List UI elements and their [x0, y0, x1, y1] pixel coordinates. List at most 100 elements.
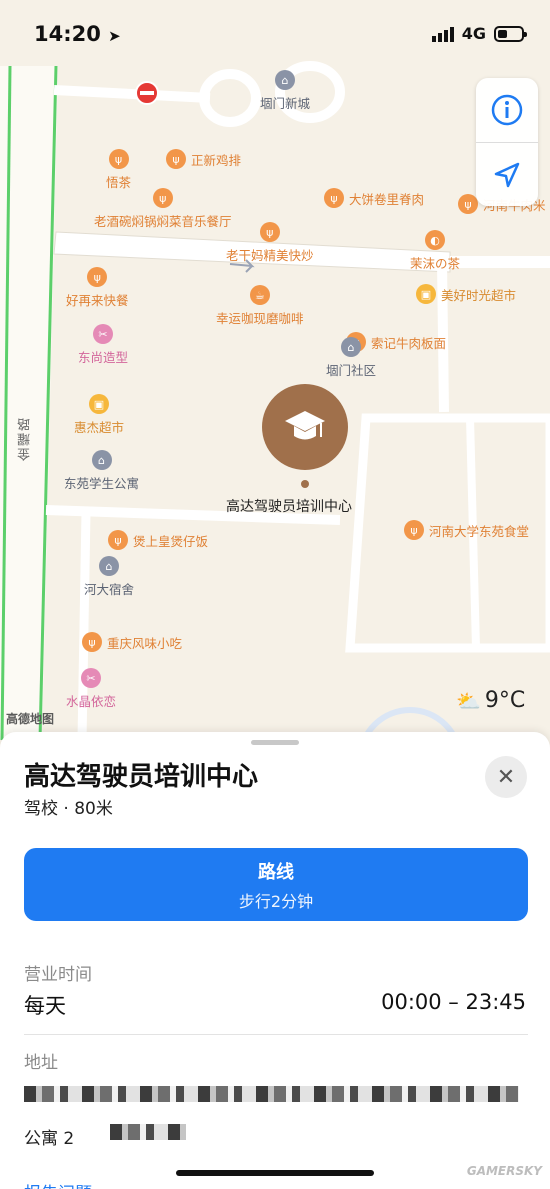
selected-place-pin[interactable]: [262, 384, 348, 470]
info-icon: [491, 94, 523, 126]
status-bar: 14:20 ➤ 4G: [0, 0, 550, 66]
locate-me-button[interactable]: [476, 142, 538, 206]
sheet-grabber[interactable]: [251, 740, 299, 745]
poi-huijie[interactable]: ▣ 惠杰超市: [74, 394, 124, 436]
poi-dongyuan[interactable]: ⌂ 东苑学生公寓: [64, 450, 139, 492]
fork-knife-icon: ψ: [108, 149, 129, 169]
basket-icon: ▣: [416, 284, 436, 304]
home-indicator[interactable]: [176, 1170, 374, 1176]
poi-shuijing[interactable]: ✂ 水晶依恋: [66, 668, 116, 710]
address-line-2: 公寓 2: [24, 1129, 75, 1149]
fork-knife-icon: ψ: [324, 188, 344, 208]
poi-label: 堌门社区: [326, 363, 377, 378]
fork-knife-icon: ψ: [259, 222, 280, 242]
cellular-signal-icon: [431, 26, 454, 42]
poi-label: 河大宿舍: [84, 582, 135, 597]
clock-text: 14:20: [34, 22, 101, 46]
basket-icon: ▣: [89, 394, 109, 414]
poi-wucha[interactable]: ψ 悟茶: [106, 149, 131, 191]
scissors-icon: ✂: [81, 668, 101, 688]
poi-label: 煲上皇煲仔饭: [133, 533, 209, 549]
battery-icon: [494, 25, 527, 42]
fork-knife-icon: ψ: [87, 267, 108, 287]
poi-label: 好再来快餐: [66, 293, 129, 308]
poi-chongqing[interactable]: ψ 重庆风味小吃: [82, 632, 182, 652]
fork-knife-icon: ψ: [82, 632, 102, 652]
poi-label: 水晶依恋: [66, 694, 117, 709]
fork-knife-icon: ψ: [152, 188, 173, 208]
poi-label: 重庆风味小吃: [107, 635, 183, 651]
hours-time: 00:00 – 23:45: [381, 990, 526, 1014]
address-redacted-fragment: [110, 1124, 186, 1140]
fork-knife-icon: ψ: [458, 194, 478, 214]
location-arrow-icon: [494, 162, 520, 187]
info-button[interactable]: [476, 78, 538, 142]
fork-knife-icon: ψ: [404, 520, 424, 540]
building-icon: ⌂: [275, 70, 295, 90]
poi-label: 索记牛肉板面: [371, 335, 447, 351]
poi-label: 河南大学东苑食堂: [429, 523, 530, 539]
poi-haozai[interactable]: ψ 好再来快餐: [66, 267, 129, 309]
fork-knife-icon: ψ: [166, 149, 186, 169]
place-title: 高达驾驶员培训中心: [24, 762, 259, 792]
selected-pin-label: 高达驾驶员培训中心: [226, 499, 352, 515]
map-attribution: 高德地图: [6, 712, 55, 726]
poi-label: 正新鸡排: [191, 152, 242, 168]
address-label: 地址: [24, 1053, 58, 1073]
route-button[interactable]: 路线 步行2分钟: [24, 848, 528, 921]
partly-cloudy-icon: ⛅: [456, 688, 481, 713]
poi-dongshang[interactable]: ✂ 东尚造型: [78, 324, 128, 366]
building-icon: ⌂: [99, 556, 119, 576]
location-services-icon: ➤: [108, 27, 121, 45]
poi-label: 惠杰超市: [74, 420, 125, 435]
route-walk-time: 步行2分钟: [238, 891, 314, 911]
graduation-cap-icon: [285, 411, 325, 440]
poi-zhengxin[interactable]: ψ 正新鸡排: [166, 149, 241, 169]
status-time: 14:20 ➤: [34, 22, 121, 46]
poi-meihao[interactable]: ▣ 美好时光超市: [416, 284, 516, 304]
fork-knife-icon: ψ: [108, 530, 128, 550]
cup-icon: ◐: [425, 230, 445, 250]
weather-badge: ⛅ 9°C: [456, 688, 525, 713]
place-detail-sheet: 高达驾驶员培训中心 驾校 · 80米 ✕ 路线 步行2分钟 营业时间 每天 00…: [0, 732, 550, 1189]
poi-label: 老干妈精美快炒: [226, 248, 314, 263]
map-view[interactable]: 金耀路 ⌂ 堌门新城 ψ 正新鸡排 ψ 悟茶 ψ 老酒碗焖锅焖菜音乐餐厅 ψ 大…: [0, 0, 550, 740]
poi-label: 东尚造型: [78, 350, 129, 365]
poi-label: 大饼卷里脊肉: [349, 191, 425, 207]
hours-day: 每天: [24, 994, 66, 1018]
close-button[interactable]: ✕: [485, 756, 527, 798]
poi-label: 老酒碗焖锅焖菜音乐餐厅: [94, 214, 232, 229]
poi-label: 东苑学生公寓: [64, 476, 140, 491]
poi-heda[interactable]: ⌂ 河大宿舍: [84, 556, 134, 598]
watermark: GAMERSKY: [466, 1164, 542, 1178]
report-issue-link[interactable]: 报告问题: [24, 1179, 92, 1189]
scissors-icon: ✂: [93, 324, 113, 344]
poi-moli[interactable]: ◐ 茉沫の茶: [410, 230, 460, 272]
hours-label: 营业时间: [24, 965, 92, 985]
poi-xingyun[interactable]: ☕ 幸运咖现磨咖啡: [216, 285, 304, 327]
building-icon: ⌂: [91, 450, 112, 470]
route-title: 路线: [258, 861, 294, 883]
pin-location-dot: [301, 480, 309, 488]
poi-label: 茉沫の茶: [410, 256, 461, 271]
street-label-jinyao: 金耀路: [18, 416, 33, 461]
poi-laojiu[interactable]: ψ 老酒碗焖锅焖菜音乐餐厅: [94, 188, 232, 230]
close-icon: ✕: [496, 764, 516, 790]
poi-dabing[interactable]: ψ 大饼卷里脊肉: [324, 188, 424, 208]
poi-henandong[interactable]: ψ 河南大学东苑食堂: [404, 520, 529, 540]
poi-label: 堌门新城: [260, 96, 311, 111]
poi-label: 幸运咖现磨咖啡: [216, 311, 304, 326]
poi-bao[interactable]: ψ 煲上皇煲仔饭: [108, 530, 208, 550]
map-controls: [476, 78, 538, 206]
poi-mencomm[interactable]: ⌂ 堌门社区: [326, 337, 376, 379]
coffee-icon: ☕: [249, 285, 270, 305]
network-type: 4G: [461, 24, 486, 43]
building-icon: ⌂: [341, 337, 361, 357]
divider: [24, 1034, 528, 1035]
poi-label: 美好时光超市: [441, 287, 517, 303]
poi-mennewcity[interactable]: ⌂ 堌门新城: [260, 70, 310, 112]
poi-laoganma[interactable]: ψ 老干妈精美快炒: [226, 222, 314, 264]
address-redacted-line: [24, 1086, 519, 1102]
weather-temperature: 9°C: [484, 688, 526, 713]
status-indicators: 4G: [431, 24, 527, 43]
